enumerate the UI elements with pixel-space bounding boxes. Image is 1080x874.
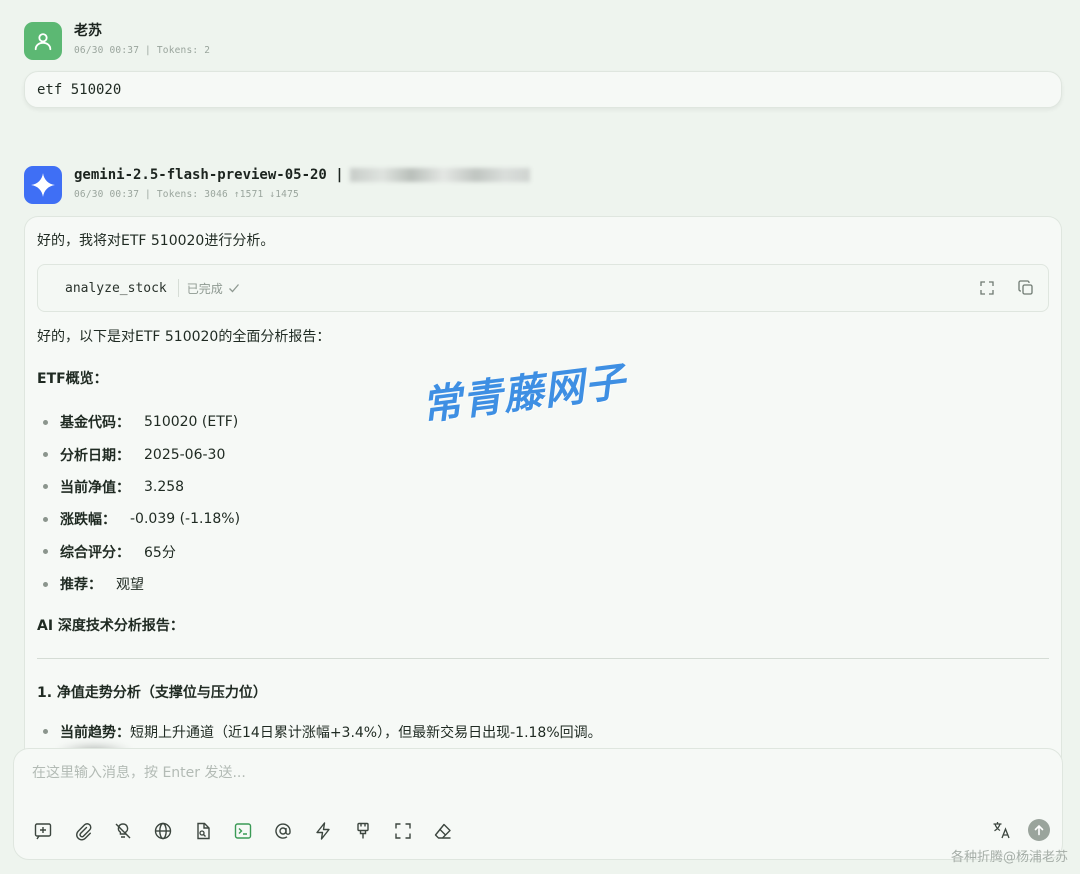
item-label: 基金代码： — [60, 415, 130, 432]
bullet — [43, 452, 48, 458]
gemini-avatar[interactable] — [24, 166, 62, 204]
list-item: 综合评分： 65分 — [37, 536, 1049, 568]
section1-title: 1. 净值走势分析（支撑位与压力位） — [37, 685, 267, 702]
model-name-text: gemini-2.5-flash-preview-05-20 | — [74, 167, 344, 183]
attachment-icon[interactable] — [71, 819, 95, 843]
bullet — [43, 516, 48, 522]
bot-message-header: gemini-2.5-flash-preview-05-20 | 06/30 0… — [24, 166, 530, 204]
send-icon[interactable] — [1028, 819, 1050, 841]
user-avatar[interactable] — [24, 22, 62, 60]
bullet — [43, 549, 48, 555]
clear-brush-icon[interactable] — [351, 819, 375, 843]
list-item: 当前趋势： 短期上升通道（近14日累计涨幅+3.4%），但最新交易日出现-1.18… — [37, 715, 1049, 747]
tool-call-status: 已完成 — [187, 280, 240, 297]
bullet — [43, 581, 48, 587]
item-value: 短期上升通道（近14日累计涨幅+3.4%），但最新交易日出现-1.18%回调。 — [130, 724, 602, 741]
item-value: 510020 (ETF) — [144, 414, 239, 431]
bullet — [43, 484, 48, 490]
list-item: 涨跌幅： -0.039 (-1.18%) — [37, 503, 1049, 535]
mcp-terminal-icon[interactable] — [231, 819, 255, 843]
tool-call-card[interactable]: analyze_stock 已完成 — [37, 264, 1049, 312]
knowledge-icon[interactable] — [191, 819, 215, 843]
item-label: 推荐： — [60, 577, 102, 594]
tool-call-name: analyze_stock — [65, 280, 167, 296]
mention-icon[interactable] — [271, 819, 295, 843]
user-name: 老苏 — [74, 23, 102, 39]
tool-call-status-text: 已完成 — [186, 281, 223, 296]
item-label: 综合评分： — [60, 544, 130, 561]
list-item: 当前净值： 3.258 — [37, 471, 1049, 503]
item-value: 观望 — [116, 577, 144, 594]
user-message-header: 老苏 06/30 00:37 | Tokens: 2 — [24, 22, 210, 60]
section1-list: 当前趋势： 短期上升通道（近14日累计涨幅+3.4%），但最新交易日出现-1.18… — [37, 715, 1049, 747]
report-intro-text: 好的，以下是对ETF 510020的全面分析报告： — [37, 329, 331, 345]
user-message-meta: 06/30 00:37 | Tokens: 2 — [74, 45, 211, 56]
section-divider — [37, 658, 1049, 660]
item-value: -0.039 (-1.18%) — [130, 511, 241, 528]
quick-phrase-icon[interactable] — [311, 819, 335, 843]
redacted-provider — [349, 168, 530, 182]
user-message-bubble: etf 510020 — [24, 71, 1062, 108]
no-thinking-icon[interactable] — [111, 819, 135, 843]
item-value: 65分 — [144, 544, 176, 561]
item-value: 3.258 — [144, 478, 185, 495]
footer-watermark: 各种折腾@杨浦老苏 — [950, 850, 1068, 865]
item-label: 涨跌幅： — [60, 512, 116, 529]
composer-toolbar — [31, 819, 455, 843]
eraser-icon[interactable] — [431, 819, 455, 843]
ai-report-title: AI 深度技术分析报告： — [37, 618, 184, 635]
list-item: 推荐： 观望 — [37, 568, 1049, 600]
message-input[interactable] — [32, 765, 932, 781]
bot-message-meta: 06/30 00:37 | Tokens: 3046 ↑1571 ↓1475 — [74, 189, 299, 200]
item-value: 2025-06-30 — [144, 446, 226, 463]
tool-call-divider — [177, 279, 179, 297]
translate-icon[interactable] — [990, 818, 1014, 842]
web-search-icon[interactable] — [151, 819, 175, 843]
user-message-text: etf 510020 — [37, 81, 122, 98]
composer-right-tools — [990, 818, 1050, 842]
new-topic-icon[interactable] — [31, 819, 55, 843]
item-label: 当前趋势： — [60, 724, 130, 741]
check-icon — [228, 284, 239, 293]
bullet — [43, 729, 48, 735]
bullet — [43, 419, 48, 425]
user-icon — [34, 33, 52, 51]
bot-intro-text: 好的，我将对ETF 510020进行分析。 — [37, 233, 275, 249]
list-item: 分析日期： 2025-06-30 — [37, 438, 1049, 470]
copy-icon[interactable] — [1018, 280, 1034, 296]
gemini-sparkle-icon — [31, 173, 55, 197]
expand-icon[interactable] — [979, 280, 995, 296]
model-name: gemini-2.5-flash-preview-05-20 | — [74, 166, 530, 184]
fullscreen-icon[interactable] — [391, 819, 415, 843]
item-label: 当前净值： — [60, 479, 130, 496]
message-composer — [13, 748, 1063, 860]
item-label: 分析日期： — [60, 447, 130, 464]
overview-list: 基金代码： 510020 (ETF) 分析日期： 2025-06-30 当前净值： 3… — [37, 406, 1049, 600]
bot-message-bubble: 好的，我将对ETF 510020进行分析。 analyze_stock 已完成 — [24, 216, 1062, 776]
